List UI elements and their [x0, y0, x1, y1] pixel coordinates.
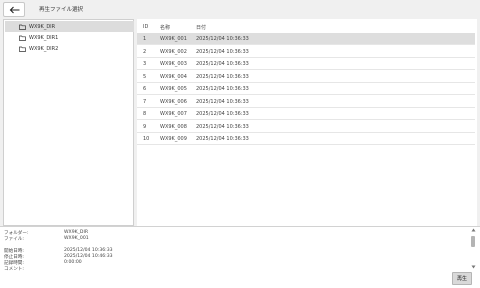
end-time-value: 2025/12/04 10:46:33 [64, 254, 113, 259]
folder-icon [19, 46, 26, 52]
back-button[interactable] [3, 2, 25, 17]
file-row[interactable]: 2 WX9K_002 2025/12/04 10:36:33 [137, 46, 475, 58]
row-name: WX9K_004 [160, 73, 187, 80]
play-button[interactable]: 再生 [452, 272, 472, 285]
start-time-value: 2025/12/04 10:36:33 [64, 248, 113, 253]
folder-item[interactable]: WX9K_DIR2 [5, 43, 134, 54]
file-table: ID 名称 日付 1 WX9K_001 2025/12/04 10:36:33 2 WX… [137, 19, 477, 226]
file-row[interactable]: 1 WX9K_001 2025/12/04 10:36:33 [137, 33, 475, 45]
folder-label: WX9K_DIR2 [29, 45, 59, 52]
row-name: WX9K_008 [160, 123, 187, 130]
folder-list: WX9K_DIR WX9K_DIR1 WX9K_DIR2 [3, 19, 134, 226]
row-name: WX9K_005 [160, 86, 187, 92]
file-row[interactable]: 7 WX9K_006 2025/12/04 10:36:33 [137, 96, 475, 108]
file-row[interactable]: 10 WX9K_009 2025/12/04 10:36:33 [137, 133, 475, 145]
row-id: 1 [143, 36, 147, 42]
folder-icon [19, 35, 26, 41]
row-date: 2025/12/04 10:36:33 [196, 73, 249, 80]
folder-value: WX9K_DIR [64, 230, 89, 235]
row-date: 2025/12/04 10:36:33 [196, 111, 249, 117]
row-id: 10 [143, 136, 150, 142]
file-row[interactable]: 5 WX9K_004 2025/12/04 10:36:33 [137, 71, 475, 83]
folder-item[interactable]: WX9K_DIR1 [5, 32, 134, 43]
folder-icon [19, 24, 26, 30]
row-id: 3 [143, 61, 147, 67]
column-header-date[interactable]: 日付 [196, 24, 206, 31]
row-date: 2025/12/04 10:36:33 [196, 36, 249, 42]
row-id: 6 [143, 86, 147, 92]
row-name: WX9K_009 [160, 136, 187, 142]
folder-label: WX9K_DIR [29, 23, 56, 30]
file-row[interactable]: 9 WX9K_008 2025/12/04 10:36:33 [137, 121, 475, 133]
row-id: 9 [143, 123, 147, 130]
row-id: 7 [143, 98, 147, 105]
row-date: 2025/12/04 10:36:33 [196, 86, 249, 92]
row-id: 5 [143, 73, 147, 80]
info-scrollbar[interactable] [470, 227, 476, 270]
page-title: 再生ファイル選択 [39, 7, 84, 13]
folder-label: WX9K_DIR1 [29, 34, 59, 41]
duration-value: 0:00:00 [64, 260, 82, 265]
row-date: 2025/12/04 10:36:33 [196, 61, 249, 67]
file-row[interactable]: 3 WX9K_003 2025/12/04 10:36:33 [137, 58, 475, 70]
row-name: WX9K_003 [160, 61, 187, 67]
file-row[interactable]: 6 WX9K_005 2025/12/04 10:36:33 [137, 83, 475, 95]
arrow-left-icon [9, 6, 19, 13]
row-id: 2 [143, 48, 147, 55]
row-name: WX9K_006 [160, 98, 187, 105]
row-id: 8 [143, 111, 147, 117]
row-date: 2025/12/04 10:36:33 [196, 48, 249, 55]
file-label: ファイル: [4, 237, 24, 242]
file-row[interactable]: 8 WX9K_007 2025/12/04 10:36:33 [137, 108, 475, 120]
row-date: 2025/12/04 10:36:33 [196, 136, 249, 142]
header-bar: 再生ファイル選択 [0, 0, 480, 19]
row-date: 2025/12/04 10:36:33 [196, 123, 249, 130]
row-name: WX9K_001 [160, 36, 187, 42]
folder-item[interactable]: WX9K_DIR [5, 21, 134, 32]
column-header-name[interactable]: 名称 [160, 24, 170, 31]
scroll-thumb[interactable] [471, 236, 475, 247]
row-date: 2025/12/04 10:36:33 [196, 98, 249, 105]
info-panel: フォルダー: WX9K_DIR ファイル: WX9K_001 開始日時: 202… [0, 226, 480, 288]
scroll-up-icon[interactable] [470, 227, 476, 233]
row-name: WX9K_002 [160, 48, 187, 55]
scroll-down-icon[interactable] [470, 264, 476, 270]
comment-label: コメント: [4, 267, 24, 272]
row-name: WX9K_007 [160, 111, 187, 117]
file-value: WX9K_001 [64, 236, 89, 241]
column-header-id[interactable]: ID [143, 24, 148, 30]
